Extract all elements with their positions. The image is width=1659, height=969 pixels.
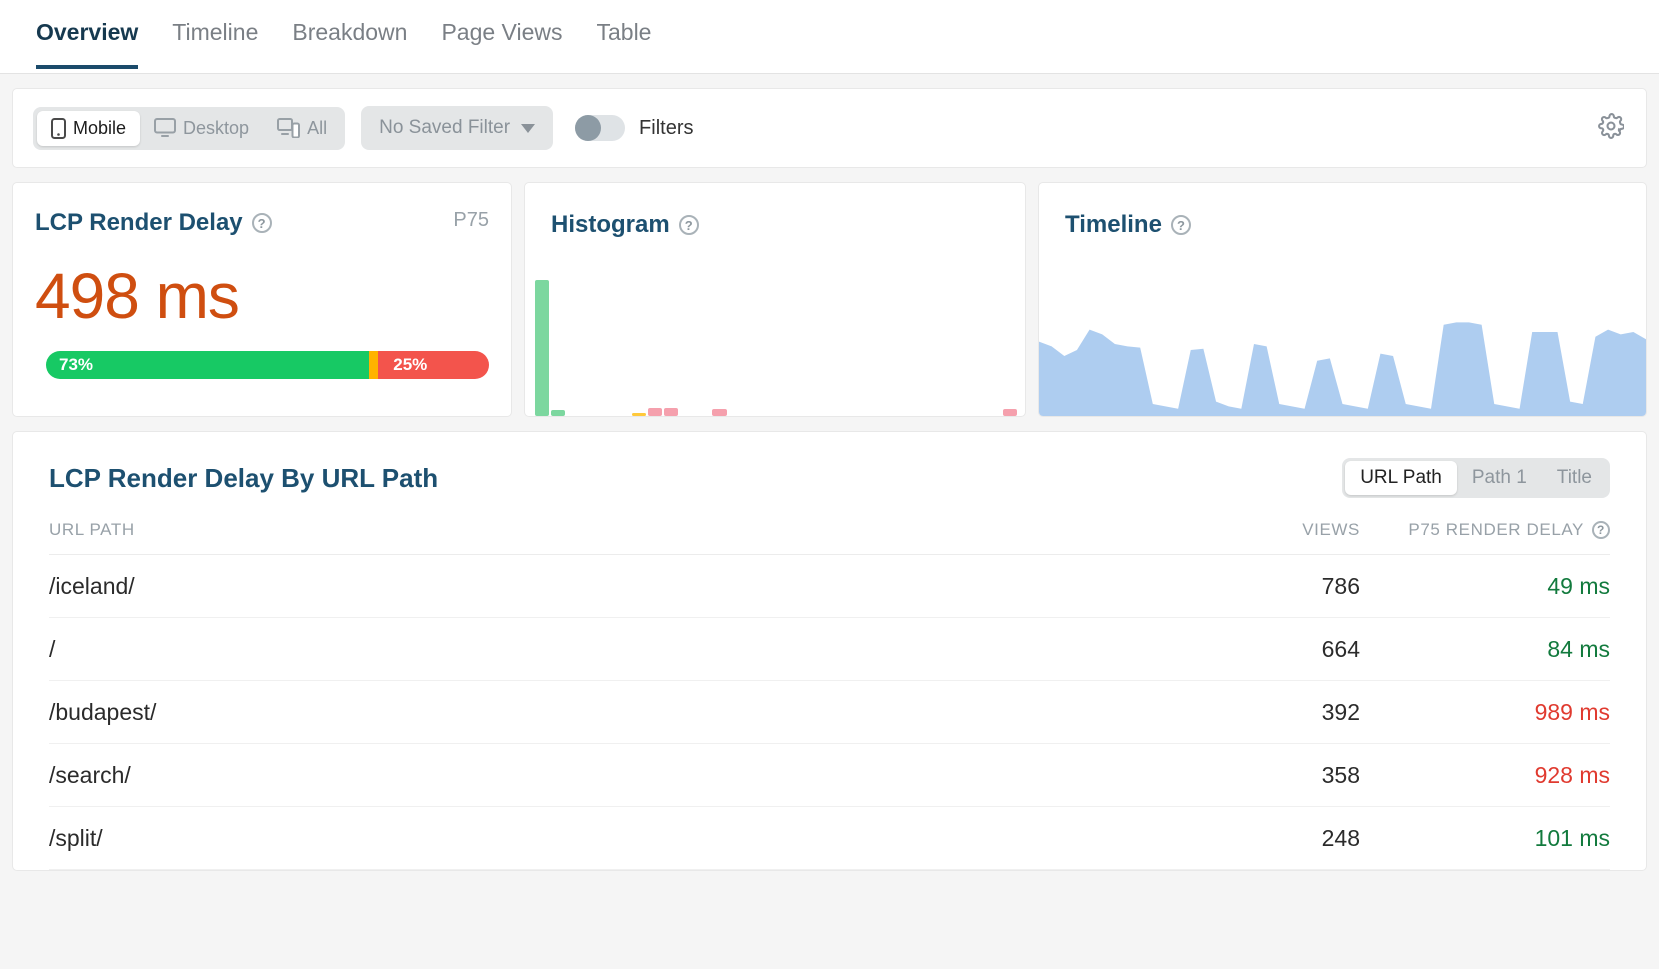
timeline-chart xyxy=(1039,296,1646,416)
histogram-card-title: Histogram xyxy=(551,211,670,238)
column-header-p75-label: P75 RENDER DELAY xyxy=(1408,520,1584,539)
metric-card-title-group: LCP Render Delay ? xyxy=(35,209,272,237)
device-option-desktop-label: Desktop xyxy=(183,117,250,138)
table-row[interactable]: /iceland/786 49 ms xyxy=(49,555,1610,618)
cell-views: 248 xyxy=(1321,824,1360,851)
metric-value: 498 ms xyxy=(35,260,240,332)
filters-label: Filters xyxy=(639,116,694,139)
device-option-mobile[interactable]: Mobile xyxy=(37,110,141,146)
histogram-bar[interactable] xyxy=(664,408,679,416)
table-body: /iceland/786 49 ms / 664 84 ms/budapest/392 9… xyxy=(49,555,1610,870)
filter-toolbar: Mobile Desktop All No Saved Filter Filte… xyxy=(12,88,1647,168)
saved-filter-label: No Saved Filter xyxy=(379,117,511,138)
cell-views: 664 xyxy=(1321,635,1360,662)
filters-toggle-knob xyxy=(575,115,602,141)
metric-card-header: LCP Render Delay ? P75 xyxy=(35,209,489,237)
histogram-bar[interactable] xyxy=(551,410,566,416)
filters-toggle-group: Filters xyxy=(575,115,694,141)
help-icon[interactable]: ? xyxy=(1592,521,1610,539)
all-devices-icon xyxy=(277,118,301,138)
histogram-chart xyxy=(535,270,1019,416)
table-header: LCP Render Delay By URL Path URL Path Pa… xyxy=(49,432,1610,520)
lcp-render-delay-card: LCP Render Delay ? P75 498 ms 73% 25% xyxy=(12,182,512,417)
histogram-bar[interactable] xyxy=(631,413,646,416)
cell-p75-render-delay: 989 ms xyxy=(1534,698,1610,725)
chevron-down-icon xyxy=(521,123,536,133)
column-header-p75[interactable]: P75 RENDER DELAY ? xyxy=(1360,520,1610,540)
monitor-icon xyxy=(154,118,177,138)
phone-icon xyxy=(51,117,66,139)
metric-card-title: LCP Render Delay xyxy=(35,209,243,236)
tab-overview[interactable]: Overview xyxy=(36,0,139,69)
distribution-needs-improvement-segment xyxy=(369,351,379,379)
device-option-all-label: All xyxy=(307,117,328,138)
cell-url-path[interactable]: /search/ xyxy=(49,762,1120,789)
table-column-headers: URL PATH VIEWS P75 RENDER DELAY ? xyxy=(49,520,1610,555)
column-header-url-path[interactable]: URL PATH xyxy=(49,520,1120,540)
group-by-segmented-control: URL Path Path 1 Title xyxy=(1342,458,1610,498)
histogram-card: Histogram ? xyxy=(524,182,1026,417)
timeline-card-title: Timeline xyxy=(1065,211,1162,238)
tab-breakdown[interactable]: Breakdown xyxy=(292,0,407,69)
histogram-bar[interactable] xyxy=(1002,409,1017,416)
performance-distribution-bar: 73% 25% xyxy=(46,351,489,379)
filters-toggle[interactable] xyxy=(575,115,626,141)
help-icon[interactable]: ? xyxy=(1170,215,1191,235)
tab-page-views[interactable]: Page Views xyxy=(441,0,562,69)
histogram-bar[interactable] xyxy=(647,408,662,416)
main-tab-bar: Overview Timeline Breakdown Page Views T… xyxy=(0,0,1659,74)
cell-views: 786 xyxy=(1321,572,1360,599)
cell-url-path[interactable]: /iceland/ xyxy=(49,573,1120,600)
cell-p75-render-delay: 928 ms xyxy=(1534,761,1610,788)
table-row[interactable]: /budapest/392 989 ms xyxy=(49,681,1610,744)
distribution-good-segment: 73% xyxy=(46,351,370,379)
group-mode-path-1[interactable]: Path 1 xyxy=(1457,461,1542,495)
table-row[interactable]: / 664 84 ms xyxy=(49,618,1610,681)
overview-cards-row: LCP Render Delay ? P75 498 ms 73% 25% Hi… xyxy=(12,182,1647,417)
help-icon[interactable]: ? xyxy=(678,215,699,235)
group-mode-url-path[interactable]: URL Path xyxy=(1345,461,1457,495)
cell-views: 358 xyxy=(1321,761,1360,788)
cell-url-path[interactable]: / xyxy=(49,636,1120,663)
device-option-mobile-label: Mobile xyxy=(73,117,127,138)
distribution-poor-segment: 25% xyxy=(378,351,489,379)
timeline-card: Timeline ? xyxy=(1038,182,1647,417)
percentile-label: P75 xyxy=(453,209,489,231)
table-title: LCP Render Delay By URL Path xyxy=(49,462,439,493)
gear-icon[interactable] xyxy=(1598,112,1625,144)
table-row[interactable]: /search/358 928 ms xyxy=(49,744,1610,807)
device-option-desktop[interactable]: Desktop xyxy=(140,111,263,146)
histogram-bar[interactable] xyxy=(535,279,550,416)
group-mode-title[interactable]: Title xyxy=(1542,461,1607,495)
timeline-card-title-group: Timeline ? xyxy=(1039,183,1646,239)
saved-filter-dropdown[interactable]: No Saved Filter xyxy=(361,106,554,150)
tab-timeline[interactable]: Timeline xyxy=(172,0,258,69)
cell-url-path[interactable]: /split/ xyxy=(49,825,1120,852)
help-icon[interactable]: ? xyxy=(251,213,272,233)
column-header-views[interactable]: VIEWS xyxy=(1120,520,1360,540)
cell-p75-render-delay: 49 ms xyxy=(1547,572,1610,599)
cell-views: 392 xyxy=(1321,698,1360,725)
table-row[interactable]: /split/248 101 ms xyxy=(49,807,1610,870)
cell-p75-render-delay: 101 ms xyxy=(1534,824,1610,851)
cell-p75-render-delay: 84 ms xyxy=(1547,635,1610,662)
device-option-all[interactable]: All xyxy=(263,111,341,146)
histogram-card-title-group: Histogram ? xyxy=(525,183,1025,239)
url-path-table-panel: LCP Render Delay By URL Path URL Path Pa… xyxy=(12,431,1647,871)
tab-table[interactable]: Table xyxy=(596,0,651,69)
histogram-bar[interactable] xyxy=(712,409,727,416)
cell-url-path[interactable]: /budapest/ xyxy=(49,699,1120,726)
device-segmented-control: Mobile Desktop All xyxy=(33,106,346,150)
